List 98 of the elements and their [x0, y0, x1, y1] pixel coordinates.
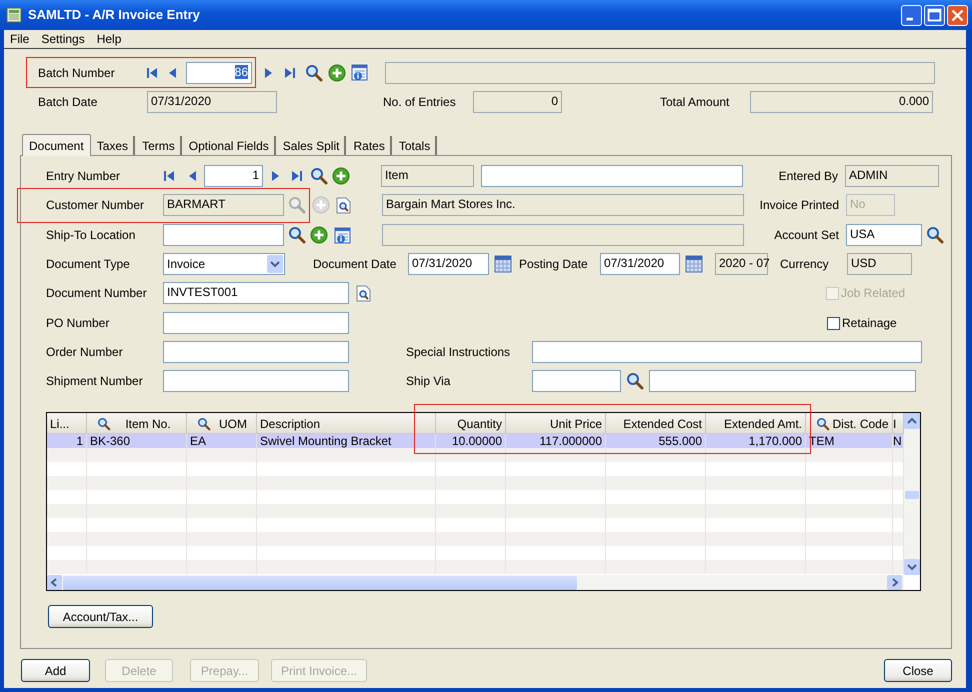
field-label: Entered By — [778, 168, 838, 185]
tab[interactable]: Taxes — [92, 136, 136, 155]
text-field[interactable]: 2020 - 07 — [715, 253, 768, 275]
vertical-scrollbar[interactable] — [904, 413, 920, 575]
search-icon[interactable] — [816, 416, 830, 430]
text-field[interactable] — [385, 62, 935, 84]
info-table-icon[interactable] — [351, 64, 368, 81]
search-icon[interactable] — [197, 416, 211, 430]
field-label: Batch Number — [38, 64, 116, 82]
menu-item[interactable]: Help — [96, 30, 122, 48]
field-label: Ship-To Location — [46, 227, 136, 244]
text-field[interactable] — [532, 341, 922, 363]
text-field[interactable]: Item — [381, 165, 474, 187]
scroll-thumb[interactable] — [63, 576, 577, 590]
text-field[interactable]: 0 — [473, 91, 562, 113]
add-icon[interactable] — [310, 226, 328, 244]
text-field[interactable] — [163, 312, 349, 334]
scroll-right-icon[interactable] — [887, 575, 902, 590]
text-field[interactable]: BARMART — [163, 194, 284, 216]
checkbox-label: Retainage — [842, 315, 897, 332]
add-icon[interactable] — [332, 167, 350, 185]
text-field[interactable]: Bargain Mart Stores Inc. — [382, 194, 744, 216]
search-icon[interactable] — [288, 226, 306, 244]
scroll-up-icon[interactable] — [904, 413, 920, 429]
field-label: Total Amount — [660, 94, 730, 111]
horizontal-scrollbar[interactable] — [47, 575, 904, 590]
field-label: PO Number — [46, 315, 110, 332]
menu-item[interactable]: Settings — [40, 30, 86, 48]
calendar-icon[interactable] — [494, 255, 512, 273]
checkbox[interactable] — [827, 316, 840, 330]
field-label: Currency — [780, 256, 830, 273]
field-label: No. of Entries — [383, 94, 457, 111]
app-icon — [6, 7, 22, 23]
text-field[interactable] — [163, 370, 349, 392]
maximize-button[interactable] — [924, 4, 945, 26]
field-label: Order Number — [46, 344, 124, 361]
tab[interactable]: Totals — [394, 136, 438, 155]
selected-text: 86 — [234, 64, 248, 78]
button[interactable]: Close — [884, 659, 952, 682]
field-label: Account Set — [773, 227, 839, 244]
document-zoom-icon[interactable] — [356, 284, 371, 302]
field-label: Document Type — [46, 256, 131, 273]
field-label: Customer Number — [46, 197, 146, 214]
first-record-icon[interactable] — [146, 66, 159, 80]
field-label: Posting Date — [519, 256, 589, 273]
field-label: Special Instructions — [406, 344, 512, 361]
search-icon[interactable] — [626, 372, 644, 390]
dropdown[interactable]: Invoice — [163, 253, 285, 275]
tab[interactable]: Optional Fields — [184, 136, 276, 155]
text-field: No — [846, 194, 895, 216]
scroll-thumb[interactable] — [905, 491, 919, 499]
info-table-icon[interactable] — [334, 226, 351, 244]
tab[interactable]: Rates — [348, 136, 392, 155]
text-field[interactable]: 0.000 — [750, 91, 933, 113]
text-field[interactable] — [532, 370, 621, 392]
search-icon[interactable] — [97, 416, 111, 430]
text-field[interactable]: USA — [846, 224, 922, 246]
menu-item[interactable]: File — [9, 30, 30, 48]
text-field[interactable]: ADMIN — [845, 165, 939, 187]
text-field[interactable]: 1 — [204, 165, 263, 187]
add-icon[interactable] — [328, 64, 346, 82]
field-label: Ship Via — [406, 373, 452, 390]
field-label: Shipment Number — [46, 373, 144, 390]
field-label: Document Number — [46, 285, 148, 302]
scroll-down-icon[interactable] — [904, 559, 920, 575]
search-icon[interactable] — [926, 226, 944, 244]
minimize-button[interactable] — [901, 4, 922, 26]
text-field[interactable]: USD — [847, 253, 912, 275]
tab[interactable]: Document — [22, 134, 91, 156]
text-field[interactable]: 07/31/2020 — [408, 253, 489, 275]
text-field[interactable]: 86 — [186, 62, 252, 84]
tab[interactable]: Terms — [137, 136, 182, 155]
first-record-icon[interactable] — [163, 169, 176, 183]
tab[interactable]: Sales Split — [278, 136, 346, 155]
text-field[interactable] — [163, 224, 284, 246]
calendar-icon[interactable] — [685, 255, 703, 273]
text-field[interactable]: 07/31/2020 — [600, 253, 680, 275]
search-icon[interactable] — [310, 167, 328, 185]
text-field[interactable] — [382, 224, 744, 246]
close-button[interactable] — [947, 4, 968, 26]
text-field[interactable]: INVTEST001 — [163, 282, 349, 304]
checkbox-label: Job Related — [841, 285, 906, 302]
document-zoom-icon[interactable] — [336, 196, 351, 214]
search-icon[interactable] — [305, 64, 323, 82]
button[interactable]: Account/Tax... — [48, 605, 153, 628]
last-record-icon[interactable] — [283, 66, 296, 80]
text-field[interactable]: 07/31/2020 — [147, 91, 277, 113]
last-record-icon[interactable] — [290, 169, 303, 183]
scroll-left-icon[interactable] — [47, 575, 62, 590]
text-field[interactable] — [649, 370, 916, 392]
field-label: Document Date — [313, 256, 398, 273]
field-label: Batch Date — [38, 94, 98, 111]
text-field[interactable] — [163, 341, 349, 363]
button[interactable]: Add — [21, 659, 90, 682]
window-title: SAMLTD - A/R Invoice Entry — [28, 6, 200, 24]
field-label: Invoice Printed — [758, 197, 839, 214]
text-field[interactable] — [481, 165, 743, 187]
field-label: Entry Number — [46, 168, 122, 185]
